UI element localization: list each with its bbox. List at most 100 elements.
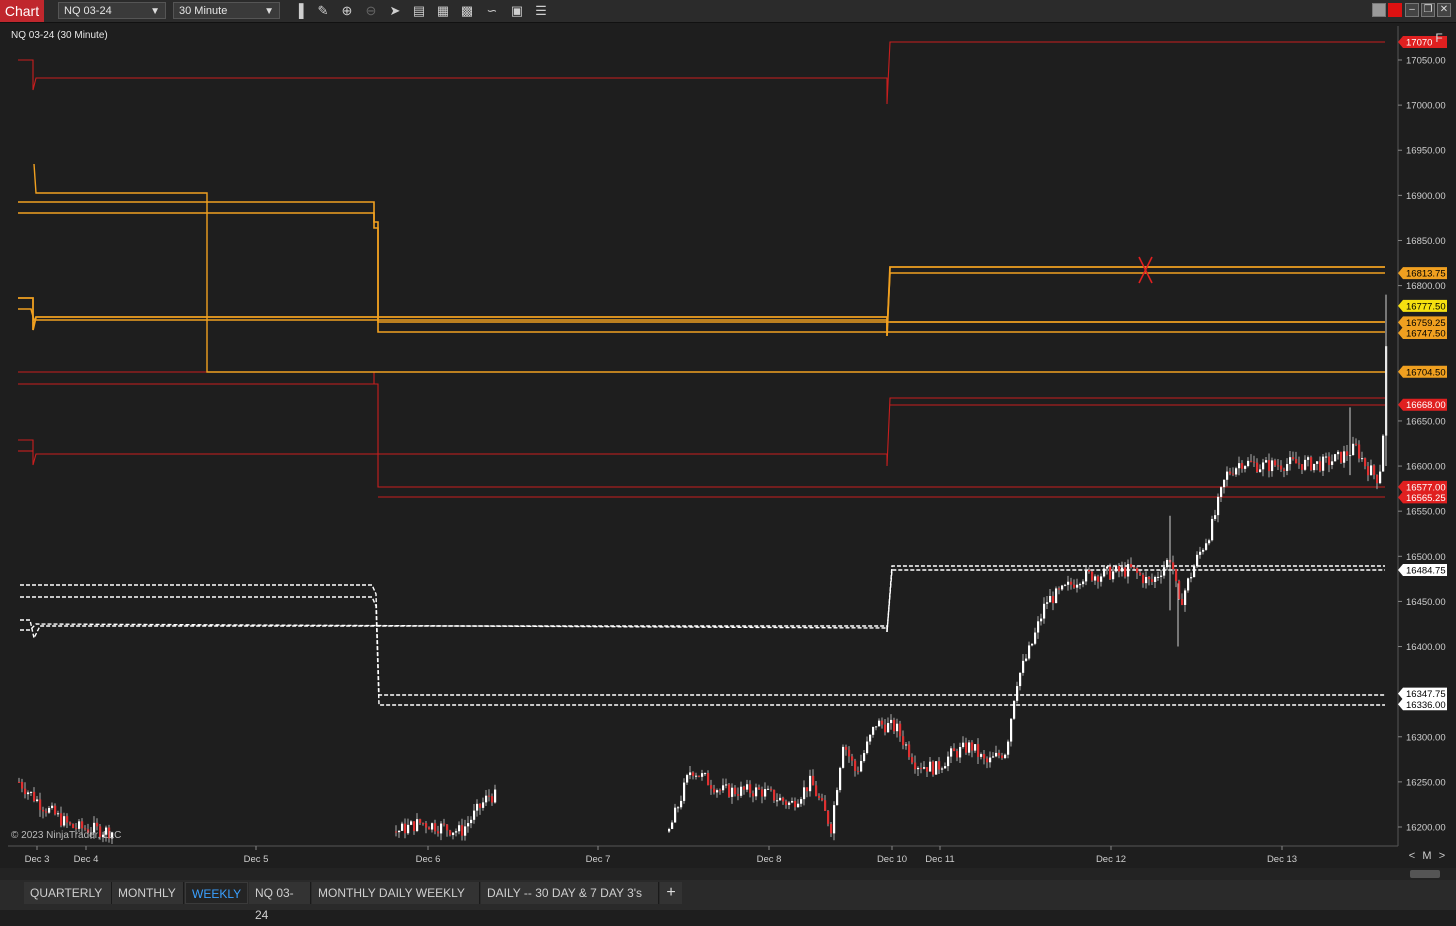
candle-body [1208,540,1211,544]
candle-body [1103,568,1106,577]
candle-body [917,767,920,770]
tab-quarterly[interactable]: QUARTERLY [24,882,112,904]
y-tick-label: 16800.00 [1406,281,1446,292]
tab-monthly-daily-weekly[interactable]: MONTHLY DAILY WEEKLY [312,882,480,904]
candle-body [1151,579,1154,582]
f-button[interactable]: F [1432,31,1446,45]
x-axis-label: Dec 4 [74,854,99,865]
scroll-right-button[interactable]: > [1436,849,1448,863]
candle-body [1277,465,1280,467]
candle-body [950,748,953,757]
candle-body [1319,461,1322,471]
tab-nq-03-24[interactable]: NQ 03-24 [249,882,311,922]
candle-body [803,787,806,800]
candle-body [1205,543,1208,550]
candle-body [1211,518,1214,541]
candle-body [683,782,686,801]
candle-body [761,789,764,797]
candle-body [1283,469,1286,471]
candle-body [923,767,926,769]
y-tick-label: 16650.00 [1406,416,1446,427]
candle-body [36,799,39,802]
candle-body [1013,700,1016,719]
candle-body [75,827,78,829]
candle-body [929,761,932,772]
candle-body [1259,469,1262,472]
candle-body [947,756,950,767]
candle-body [881,720,884,725]
candle-body [57,813,60,815]
candle-body [1109,566,1112,580]
candle-body [1199,551,1202,555]
candle-body [1097,576,1100,582]
candle-body [1310,457,1313,471]
candle-body [1052,596,1055,604]
candle-body [1154,576,1157,582]
candle-body [860,761,863,772]
candle-body [461,825,464,836]
candle-body [21,782,24,789]
candle-body [1172,562,1175,570]
tab-monthly[interactable]: MONTHLY [112,882,184,904]
candle-body [1184,590,1187,605]
candle-body [983,754,986,759]
horizontal-scrollbar[interactable] [0,868,1456,880]
candle-body [791,800,794,803]
candle-body [1142,574,1145,584]
candle-body [1346,451,1349,456]
scroll-mode-button[interactable]: M [1420,849,1434,863]
candle-body [476,803,479,811]
candle-body [704,773,707,775]
candle-body [1166,559,1169,568]
y-tick-label: 16200.00 [1406,823,1446,834]
candle-body [1085,569,1088,582]
candle-body [1115,566,1118,572]
candle-body [1241,463,1244,469]
candle-body [1163,567,1166,576]
tab-daily-30-day[interactable]: DAILY -- 30 DAY & 7 DAY 3's [481,882,659,904]
candle-body [902,736,905,746]
candle-body [845,746,848,750]
add-tab-button[interactable]: + [660,882,682,904]
candle-body [1136,568,1139,573]
candle-body [1037,621,1040,633]
candle-body [1325,456,1328,458]
candle-body [464,826,467,836]
candle-body [1223,479,1226,488]
candle-body [671,822,674,829]
candle-body [674,807,677,823]
scroll-left-button[interactable]: < [1406,849,1418,863]
candle-body [1058,588,1061,590]
candle-body [875,726,878,728]
candle-body [455,831,458,833]
candle-body [686,775,689,783]
candle-body [18,781,21,783]
candle-body [66,816,69,823]
candle-body [977,744,980,757]
x-axis-label: Dec 6 [416,854,441,865]
candle-body [1238,463,1241,469]
candle-body [764,789,767,797]
candle-body [458,825,461,832]
candle-body [707,773,710,786]
candle-body [1322,456,1325,471]
candle-body [959,747,962,758]
candle-body [962,742,965,748]
candle-body [731,787,734,797]
candle-body [830,823,833,834]
candle-body [485,795,488,803]
x-axis-label: Dec 8 [757,854,782,865]
tab-weekly[interactable]: WEEKLY [185,882,248,904]
candle-body [986,758,989,763]
candle-body [1049,596,1052,603]
candle-body [1304,459,1307,470]
candle-body [1073,584,1076,588]
price-marker: 16704.50 [1398,365,1447,378]
price-chart[interactable]: 17050.00 17000.00 16950.00 16900.00 16850.00… [0,0,1456,868]
candle-body [1082,581,1085,585]
candle-body [887,723,890,733]
scrollbar-thumb[interactable] [1410,870,1440,878]
price-marker-label: 17070 [1406,37,1432,48]
candle-body [1337,451,1340,455]
candle-body [737,794,740,796]
